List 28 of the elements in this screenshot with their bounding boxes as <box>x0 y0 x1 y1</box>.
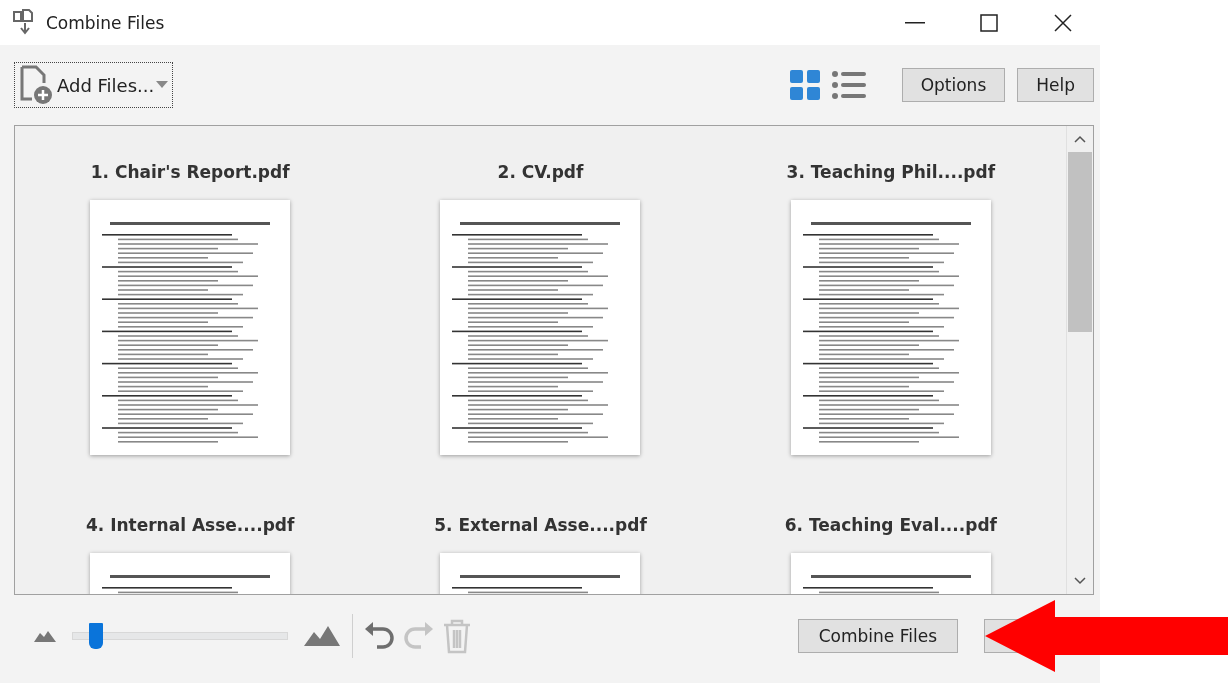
file-name: 5. External Asse....pdf <box>434 515 647 535</box>
window-title: Combine Files <box>46 12 166 33</box>
toolbar-button[interactable]: Help <box>1017 68 1094 102</box>
caret-icon <box>156 81 169 89</box>
add-files-button[interactable]: Add Files... <box>14 62 174 108</box>
list-view-button[interactable] <box>831 70 866 100</box>
chevron-down-icon <box>1074 577 1086 585</box>
file-name: 3. Teaching Phil....pdf <box>786 162 996 182</box>
file-name: 4. Internal Asse....pdf <box>85 515 295 535</box>
small-mountain-icon <box>34 630 56 642</box>
chevron-up-icon <box>1074 135 1086 143</box>
file-name: 6. Teaching Eval....pdf <box>784 515 997 535</box>
grid-view-button[interactable] <box>789 70 820 100</box>
page-thumbnail[interactable] <box>790 200 991 455</box>
slider-thumb[interactable] <box>88 623 103 649</box>
maximize-icon <box>980 13 998 32</box>
trash-icon <box>441 618 473 654</box>
file-name: 1. Chair's Report.pdf <box>90 162 290 182</box>
combine-files-button[interactable]: Combine Files <box>797 619 958 653</box>
add-file-icon <box>19 65 55 105</box>
page-thumbnail[interactable] <box>440 200 641 455</box>
scrollbar-thumb[interactable] <box>1068 152 1092 332</box>
file-name: 2. CV.pdf <box>497 162 584 182</box>
toolbar-button[interactable]: Options <box>901 68 1006 102</box>
minimize-icon <box>905 21 925 24</box>
page-thumbnail[interactable] <box>90 200 291 455</box>
large-mountain-icon <box>304 626 340 646</box>
close-icon <box>1054 13 1072 32</box>
